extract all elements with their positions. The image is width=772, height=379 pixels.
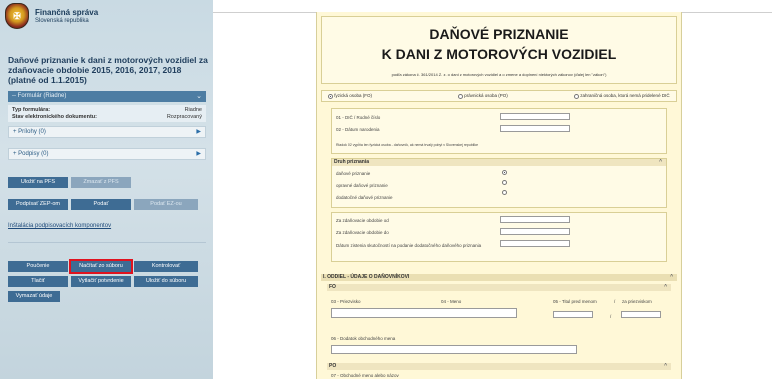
tax-form: DAŇOVÉ PRIZNANIE K DANI Z MOTOROVÝCH VOZ… xyxy=(316,12,682,379)
print-confirmation-button[interactable]: Vytlačiť potvrdenie xyxy=(71,276,131,287)
attachments-accordion[interactable]: + Prílohy (0) ▶ xyxy=(8,126,206,138)
po-header[interactable]: PO ^ xyxy=(327,363,671,370)
radio-fo-label: fyzická osoba (FO) xyxy=(334,93,373,99)
title-after-label: za priezviskom xyxy=(622,299,652,304)
radio-po[interactable]: právnická osoba (PO) xyxy=(458,93,508,99)
radio-additional[interactable] xyxy=(502,190,507,195)
radio-selected-icon xyxy=(328,93,333,99)
po-title: PO xyxy=(329,363,337,369)
instructions-button[interactable]: Poučenie xyxy=(8,261,68,272)
fo-header[interactable]: FO ^ xyxy=(327,284,671,291)
surname-input[interactable] xyxy=(331,308,517,318)
dob-label: 02 - Dátum narodenia xyxy=(336,127,380,132)
date-found-input[interactable] xyxy=(500,240,570,247)
info-row: Typ formulára: Riadne xyxy=(12,107,202,114)
submit-button[interactable]: Podať xyxy=(71,199,131,210)
info-row: Stav elektronického dokumentu: Rozpracova… xyxy=(12,114,202,121)
filing-type-header[interactable]: Druh priznania ^ xyxy=(332,159,666,166)
triangle-right-icon: ▶ xyxy=(196,151,201,157)
fo-title: FO xyxy=(329,284,336,290)
dob-note: Riadok 02 vypĺňa len fyzická osoba - daň… xyxy=(336,143,479,147)
info-value: Riadne xyxy=(184,107,202,113)
delete-from-pfs-button[interactable]: Zmazať z PFS xyxy=(71,177,131,188)
info-key: Typ formulára: xyxy=(12,107,51,113)
attachments-label: + Prílohy (0) xyxy=(13,129,46,135)
clear-data-button[interactable]: Vymazať údaje xyxy=(8,291,60,302)
signatures-accordion[interactable]: + Podpisy (0) ▶ xyxy=(8,148,206,160)
triangle-right-icon: ▶ xyxy=(196,129,201,135)
title-after-input[interactable] xyxy=(621,311,661,318)
radio-icon xyxy=(458,93,463,99)
logo-row: ✠ Finančná správa Slovenská republika xyxy=(5,3,98,29)
save-to-pfs-button[interactable]: Uložiť na PFS xyxy=(8,177,68,188)
chevron-down-icon: ⌄ xyxy=(196,93,202,100)
trade-suffix-input[interactable] xyxy=(331,345,577,354)
name-label: 04 - Meno xyxy=(441,299,462,304)
coat-of-arms-logo: ✠ xyxy=(5,3,29,29)
org-block: Finančná správa Slovenská republika xyxy=(35,8,98,24)
period-to-input[interactable] xyxy=(500,228,570,235)
sidebar: ✠ Finančná správa Slovenská republika Da… xyxy=(0,0,213,379)
date-found-label: Dátum zistenia skutočností na podanie do… xyxy=(336,243,482,248)
title-separator: / xyxy=(614,299,616,304)
filing-type-title: Druh priznania xyxy=(334,159,370,165)
period-to-label: Za zdaňovacie obdobie do xyxy=(336,230,389,235)
person-type-group: fyzická osoba (FO) právnická osoba (PO) … xyxy=(321,90,677,102)
collapse-icon: ^ xyxy=(664,284,667,290)
period-from-label: Za zdaňovacie obdobie od xyxy=(336,218,389,223)
org-name: Finančná správa xyxy=(35,8,99,17)
dic-input[interactable] xyxy=(500,113,570,120)
radio-corrective[interactable] xyxy=(502,180,507,185)
form-header: DAŇOVÉ PRIZNANIE K DANI Z MOTOROVÝCH VOZ… xyxy=(321,16,677,84)
submit-ez-button[interactable]: Podať EZ-ou xyxy=(134,199,198,210)
option-label: opravné daňové priznanie xyxy=(336,183,388,188)
radio-icon xyxy=(574,93,579,99)
radio-foreign[interactable]: zahraničná osoba, ktorá nemá pridelené D… xyxy=(574,93,670,99)
trade-suffix-label: 06 - Dodatok obchodného mena xyxy=(331,336,396,341)
load-from-file-button[interactable]: Načítať zo súboru xyxy=(69,259,133,274)
save-to-file-button[interactable]: Uložiť do súboru xyxy=(134,276,198,287)
collapse-icon: ^ xyxy=(659,159,662,165)
org-sub: Slovenská republika xyxy=(35,18,89,24)
dob-input[interactable] xyxy=(500,125,570,132)
sign-zep-button[interactable]: Podpísať ZEP-om xyxy=(8,199,68,210)
form-panel-header[interactable]: -- Formulár (Riadne) ⌄ xyxy=(8,91,206,102)
option-label: dodatočné daňové priznanie xyxy=(336,195,393,200)
surname-label: 03 - Priezvisko xyxy=(331,299,361,304)
form-info: Typ formulára: Riadne Stav elektronického… xyxy=(8,105,206,122)
form-title: Daňové priznanie k dani z motorových voz… xyxy=(8,55,208,85)
title-separator: / xyxy=(610,314,612,319)
identification-box: 01 - DIČ / Rodné číslo 02 - Dátum narode… xyxy=(331,108,667,154)
divider xyxy=(8,242,206,243)
period-box: Za zdaňovacie obdobie od Za zdaňovacie o… xyxy=(331,212,667,262)
filing-type-box: Druh priznania ^ daňové priznanie opravné… xyxy=(331,158,667,208)
section-taxpayer-header[interactable]: I. ODDIEL - ÚDAJE O DAŇOVNÍKOVI ^ xyxy=(321,274,677,281)
validate-button[interactable]: Kontrolovať xyxy=(134,261,198,272)
radio-regular[interactable] xyxy=(502,170,507,175)
info-value: Rozpracovaný xyxy=(166,114,202,120)
collapse-icon: ^ xyxy=(670,274,673,280)
print-button[interactable]: Tlačiť xyxy=(8,276,68,287)
trade-name-label: 07 - Obchodné meno alebo názov xyxy=(331,373,399,378)
period-from-input[interactable] xyxy=(500,216,570,223)
radio-fo[interactable]: fyzická osoba (FO) xyxy=(328,93,373,99)
form-subtitle: podľa zákona č. 361/2014 Z. z. o dani z … xyxy=(391,72,607,77)
title-before-label: 05 - Titul pred menom xyxy=(553,299,597,304)
form-title-line1: DAŇOVÉ PRIZNANIE xyxy=(429,26,569,42)
collapse-icon: ^ xyxy=(664,363,667,369)
radio-foreign-label: zahraničná osoba, ktorá nemá pridelené D… xyxy=(580,93,670,99)
install-signing-components-link[interactable]: Inštalácia podpisovacích komponentov xyxy=(8,223,111,229)
option-label: daňové priznanie xyxy=(336,171,371,176)
info-key: Stav elektronického dokumentu: xyxy=(12,114,97,120)
form-title-line2: K DANI Z MOTOROVÝCH VOZIDIEL xyxy=(381,46,617,62)
title-before-input[interactable] xyxy=(553,311,593,318)
form-panel-label: -- Formulár (Riadne) xyxy=(12,93,67,99)
signatures-label: + Podpisy (0) xyxy=(13,151,49,157)
radio-po-label: právnická osoba (PO) xyxy=(464,93,508,99)
section-taxpayer-title: I. ODDIEL - ÚDAJE O DAŇOVNÍKOVI xyxy=(323,274,410,280)
dic-label: 01 - DIČ / Rodné číslo xyxy=(336,115,381,120)
